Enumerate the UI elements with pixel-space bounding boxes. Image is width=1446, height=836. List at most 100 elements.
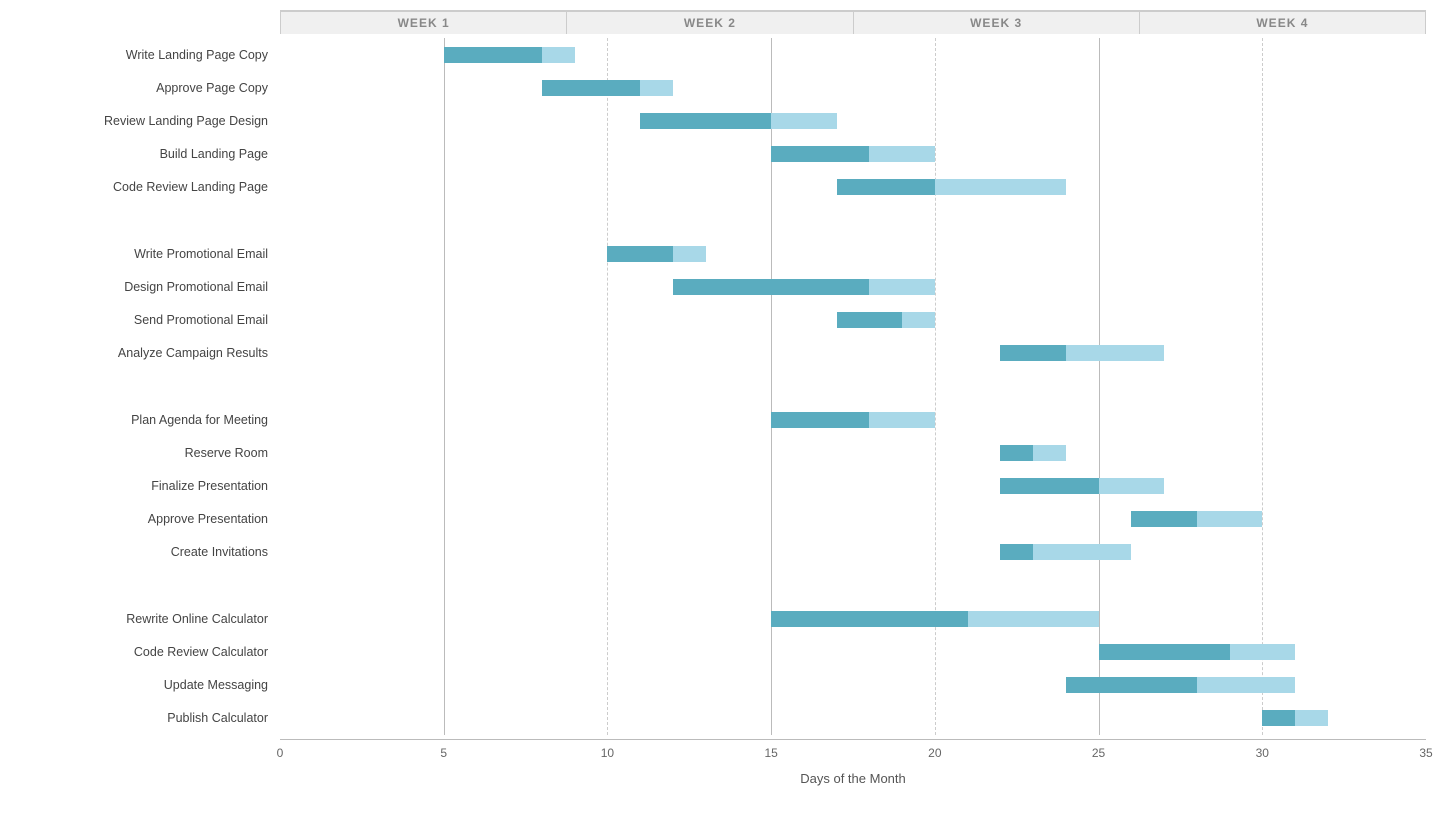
bar-light-segment <box>968 611 1099 627</box>
gantt-task-row <box>280 337 1426 370</box>
gantt-task-row <box>280 702 1426 735</box>
gantt-task-row <box>280 669 1426 702</box>
task-bar <box>771 611 1098 627</box>
bar-light-segment <box>1230 644 1295 660</box>
task-spacer-label <box>20 370 280 403</box>
gantt-task-row <box>280 403 1426 436</box>
bar-light-segment <box>1197 677 1295 693</box>
bar-dark-segment <box>640 113 771 129</box>
x-tick-20: 20 <box>928 746 941 760</box>
task-label: Update Messaging <box>20 669 280 702</box>
gantt-area <box>280 38 1426 735</box>
task-label: Rewrite Online Calculator <box>20 602 280 635</box>
bar-dark-segment <box>771 146 869 162</box>
bar-light-segment <box>869 279 934 295</box>
task-bar <box>1000 345 1164 361</box>
x-tick-5: 5 <box>440 746 447 760</box>
task-bar <box>444 47 575 63</box>
task-label: Write Promotional Email <box>20 237 280 270</box>
bar-dark-segment <box>1131 511 1196 527</box>
bar-light-segment <box>1295 710 1328 726</box>
task-bar <box>837 179 1066 195</box>
gantt-task-row <box>280 536 1426 569</box>
gantt-task-row <box>280 104 1426 137</box>
chart-wrapper: WEEK 1WEEK 2WEEK 3WEEK 4 Write Landing P… <box>0 0 1446 836</box>
gantt-spacer-row <box>280 370 1426 403</box>
bar-light-segment <box>673 246 706 262</box>
x-tick-15: 15 <box>764 746 777 760</box>
gantt-task-row <box>280 304 1426 337</box>
task-label: Finalize Presentation <box>20 469 280 502</box>
bar-dark-segment <box>1066 677 1197 693</box>
task-label: Publish Calculator <box>20 702 280 735</box>
bar-light-segment <box>869 412 934 428</box>
task-label: Send Promotional Email <box>20 304 280 337</box>
gantt-task-row <box>280 503 1426 536</box>
task-bar <box>1000 544 1131 560</box>
gantt-task-row <box>280 270 1426 303</box>
bar-dark-segment <box>1099 644 1230 660</box>
gantt-task-row <box>280 237 1426 270</box>
gantt-task-row <box>280 71 1426 104</box>
chart-body: Write Landing Page CopyApprove Page Copy… <box>20 38 1426 735</box>
bar-dark-segment <box>771 611 967 627</box>
bar-dark-segment <box>771 412 869 428</box>
x-tick-10: 10 <box>601 746 614 760</box>
gantt-task-row <box>280 138 1426 171</box>
week-header: WEEK 3 <box>853 10 1139 34</box>
bar-light-segment <box>1099 478 1164 494</box>
week-header: WEEK 1 <box>280 10 566 34</box>
task-bar <box>1262 710 1327 726</box>
task-label: Design Promotional Email <box>20 270 280 303</box>
week-header: WEEK 2 <box>566 10 852 34</box>
task-labels: Write Landing Page CopyApprove Page Copy… <box>20 38 280 735</box>
bar-dark-segment <box>1000 544 1033 560</box>
task-label: Reserve Room <box>20 436 280 469</box>
task-bar <box>1099 644 1295 660</box>
task-bar <box>640 113 836 129</box>
bar-dark-segment <box>1262 710 1295 726</box>
bar-dark-segment <box>542 80 640 96</box>
bar-light-segment <box>1066 345 1164 361</box>
task-label: Code Review Landing Page <box>20 171 280 204</box>
task-bar <box>771 412 935 428</box>
task-label: Approve Presentation <box>20 503 280 536</box>
bar-light-segment <box>1033 544 1131 560</box>
gantt-task-row <box>280 171 1426 204</box>
week-header-row: WEEK 1WEEK 2WEEK 3WEEK 4 <box>280 10 1426 34</box>
task-spacer-label <box>20 204 280 237</box>
task-bar <box>607 246 705 262</box>
gantt-task-row <box>280 436 1426 469</box>
x-tick-25: 25 <box>1092 746 1105 760</box>
gantt-task-row <box>280 38 1426 71</box>
bar-dark-segment <box>673 279 869 295</box>
gantt-task-row <box>280 602 1426 635</box>
gantt-task-row <box>280 635 1426 668</box>
task-bar <box>1066 677 1295 693</box>
bar-dark-segment <box>444 47 542 63</box>
task-label: Review Landing Page Design <box>20 104 280 137</box>
task-label: Plan Agenda for Meeting <box>20 403 280 436</box>
task-label: Analyze Campaign Results <box>20 337 280 370</box>
x-tick-30: 30 <box>1256 746 1269 760</box>
x-tick-35: 35 <box>1419 746 1432 760</box>
bar-light-segment <box>1197 511 1262 527</box>
task-spacer-label <box>20 569 280 602</box>
gantt-spacer-row <box>280 569 1426 602</box>
bar-dark-segment <box>1000 478 1098 494</box>
bar-dark-segment <box>607 246 672 262</box>
task-label: Code Review Calculator <box>20 635 280 668</box>
week-header: WEEK 4 <box>1139 10 1426 34</box>
x-axis: 05101520253035 <box>280 739 1426 769</box>
task-bar <box>1000 478 1164 494</box>
bar-dark-segment <box>1000 345 1065 361</box>
task-label: Write Landing Page Copy <box>20 38 280 71</box>
task-bar <box>837 312 935 328</box>
bar-dark-segment <box>837 179 935 195</box>
task-label: Build Landing Page <box>20 138 280 171</box>
x-axis-label: Days of the Month <box>280 771 1426 786</box>
bar-light-segment <box>935 179 1066 195</box>
task-bar <box>1131 511 1262 527</box>
x-tick-0: 0 <box>277 746 284 760</box>
gantt-spacer-row <box>280 204 1426 237</box>
